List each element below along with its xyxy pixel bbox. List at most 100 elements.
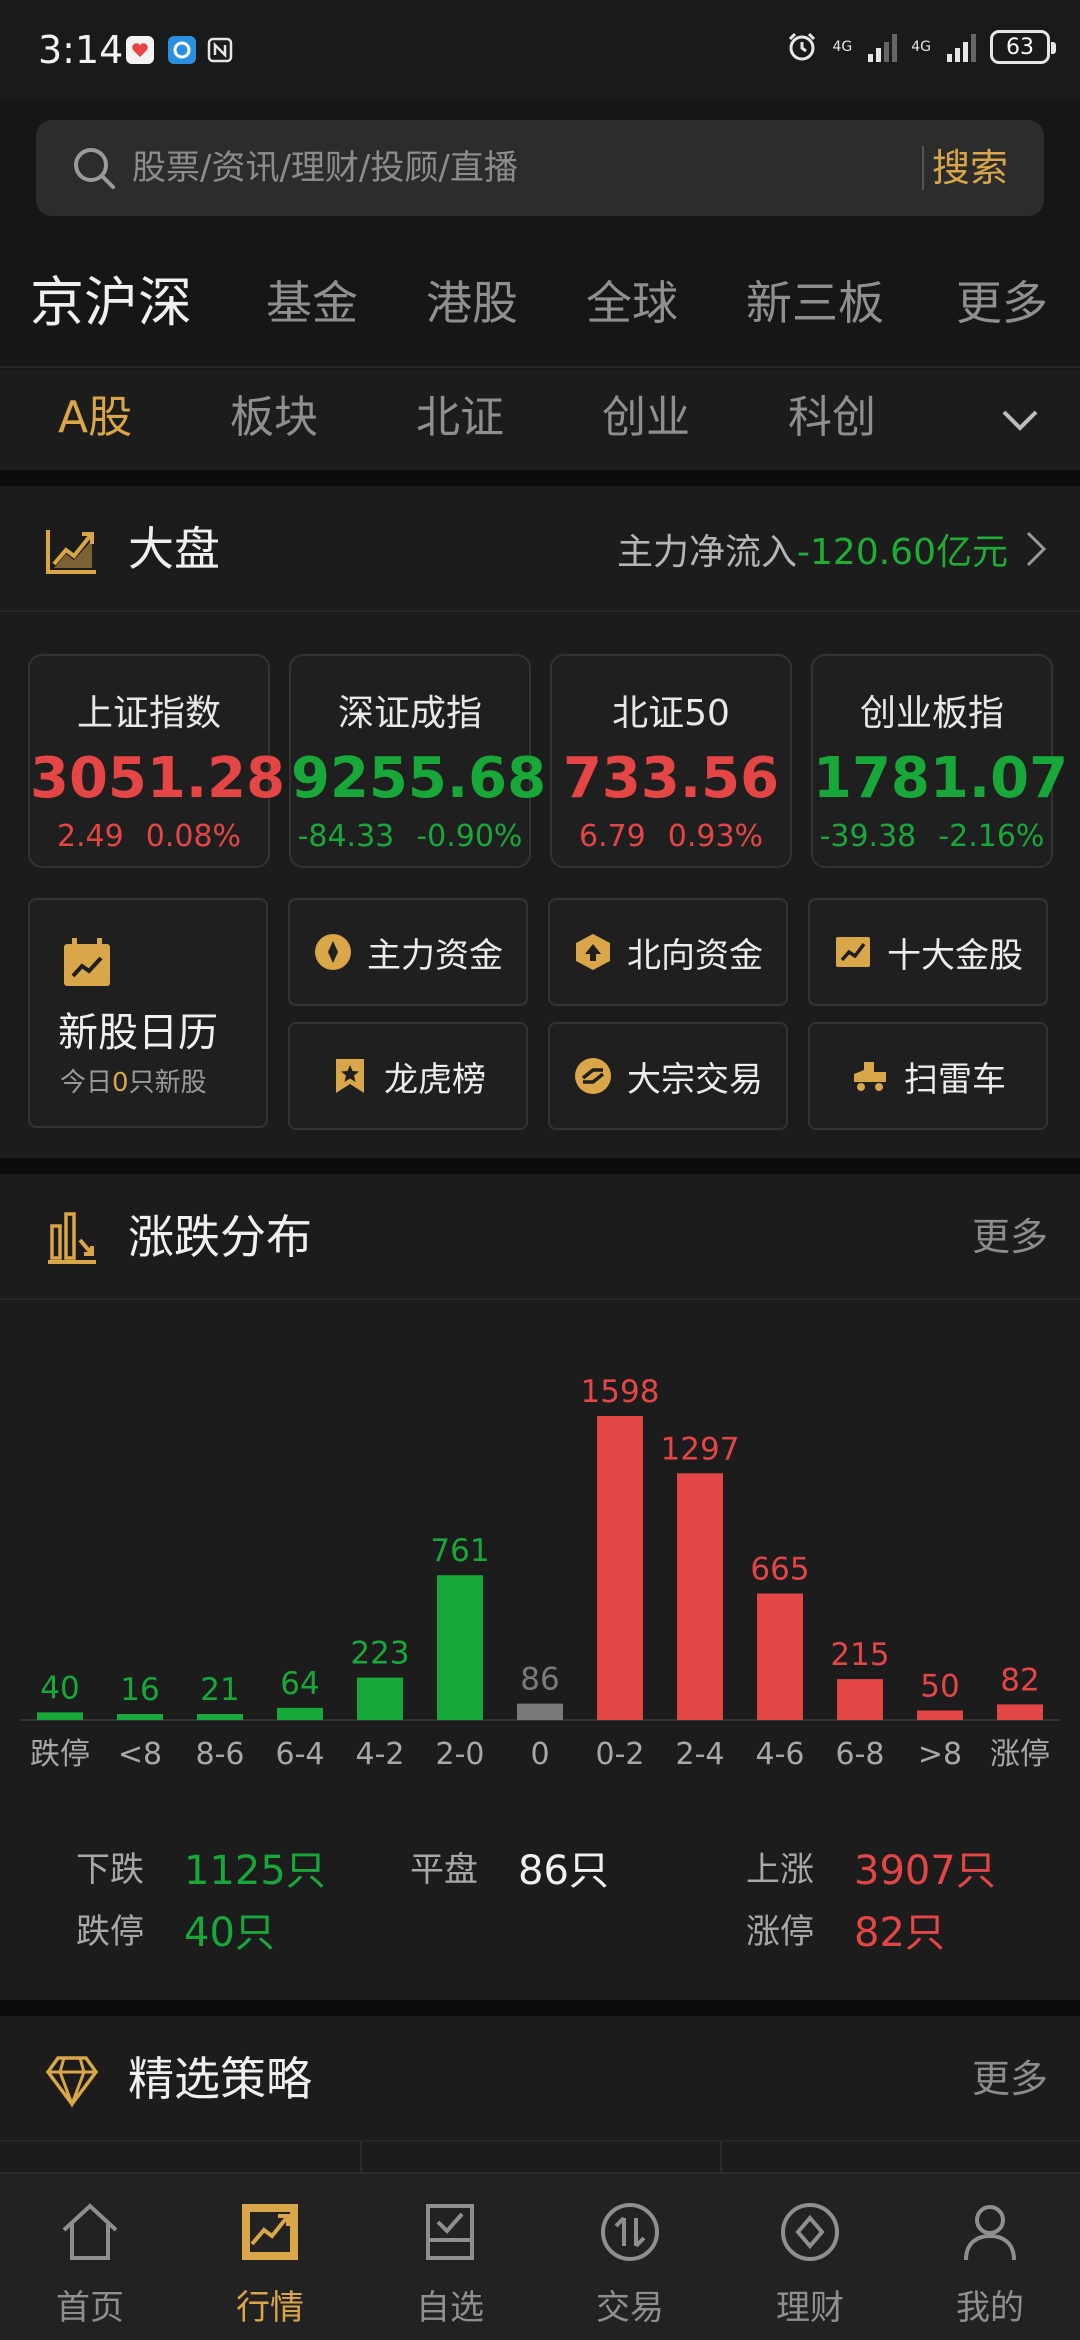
search-button[interactable]: 搜索 (932, 120, 1008, 216)
chart-bar (837, 1679, 883, 1720)
nav-wealth[interactable]: 理财 (720, 2174, 900, 2340)
nav-label: 理财 (776, 2288, 844, 2328)
chart-bar (277, 1707, 323, 1720)
chart-value-label: 1598 (581, 1374, 660, 1410)
index-card-chinext[interactable]: 创业板指 1781.07 -39.38 -2.16% (811, 654, 1068, 868)
distribution-stats: 下跌 1125只 平盘 86只 上涨 3907只 跌停 40只 涨停 82只 (0, 1820, 1080, 1980)
flat-value: 86只 (518, 1848, 609, 1894)
ipo-calendar-title: 新股日历 (58, 1010, 218, 1056)
index-name: 北证50 (612, 693, 730, 734)
index-card-bse50[interactable]: 北证50 733.56 6.79 0.93% (550, 654, 792, 868)
dapan-header: 大盘 主力净流入 -120.60亿元 (0, 486, 1080, 612)
index-card-sse[interactable]: 上证指数 3051.28 2.49 0.08% (28, 654, 285, 868)
search-bar[interactable]: 股票/资讯/理财/投顾/直播 搜索 (36, 120, 1044, 216)
home-icon (62, 2203, 118, 2260)
distribution-title: 涨跌分布 (128, 1210, 312, 1264)
nfc-icon (206, 36, 234, 64)
status-time: 3:14 (38, 28, 124, 72)
distribution-chart: 40 跌停 16 <8 21 8-6 64 6-4 223 4-2 761 2-0 86 0 1598 0-2… (20, 1374, 1060, 1772)
network-type: 4G (832, 39, 853, 55)
market-tabs: 京沪深 基金 港股 全球 新三板 更多 (0, 248, 1080, 368)
chart-value-label: 761 (430, 1533, 489, 1569)
index-card-szse[interactable]: 深证成指 9255.68 -84.33 -0.90% (289, 654, 547, 868)
index-change: -84.33 (297, 819, 395, 854)
index-price: 733.56 (562, 746, 780, 811)
bottom-nav: 首页 行情 自选 交易 理财 我的 (0, 2172, 1080, 2340)
trend-box-icon (836, 937, 870, 967)
signal-icon (947, 32, 976, 62)
tab-hk-stocks[interactable]: 港股 (426, 248, 518, 368)
index-pct: -2.16% (938, 819, 1045, 854)
compass-icon (315, 934, 351, 970)
index-price: 9255.68 (291, 746, 547, 811)
nav-watchlist[interactable]: 自选 (360, 2174, 540, 2340)
flat-label: 平盘 (410, 1850, 478, 1890)
tab-global[interactable]: 全球 (586, 248, 678, 368)
chart-category-label: 6-4 (276, 1737, 325, 1772)
limit-down-value: 40只 (184, 1910, 275, 1956)
nav-profile[interactable]: 我的 (900, 2174, 1080, 2340)
chart-bar (357, 1677, 403, 1720)
chart-value-label: 223 (350, 1636, 409, 1672)
chart-bar (37, 1712, 83, 1720)
search-input[interactable]: 股票/资讯/理财/投顾/直播 (132, 120, 912, 216)
chart-category-label: 涨停 (990, 1737, 1050, 1772)
ipo-count: 0 (112, 1068, 129, 1098)
exchange-icon (575, 1058, 611, 1094)
chevron-down-icon[interactable] (998, 398, 1042, 442)
subtab-bse[interactable]: 北证 (416, 370, 504, 470)
bar-chart-icon (48, 1212, 96, 1264)
calendar-icon (64, 938, 110, 986)
truck-icon (854, 1062, 886, 1091)
main-capital-button[interactable]: 主力资金 (288, 898, 528, 1006)
chart-category-label: 4-2 (356, 1737, 405, 1772)
chart-bar (197, 1714, 243, 1720)
network-type: 4G (911, 39, 931, 55)
nav-label: 交易 (596, 2288, 664, 2328)
block-trade-button[interactable]: 大宗交易 (548, 1022, 788, 1130)
up-label: 上涨 (746, 1850, 814, 1890)
subtab-a-shares[interactable]: A股 (58, 370, 132, 470)
tool-label: 主力资金 (367, 935, 503, 976)
chart-category-label: 0 (530, 1737, 549, 1772)
index-change: 2.49 (56, 819, 124, 854)
tool-label: 扫雷车 (904, 1059, 1006, 1100)
dragon-tiger-list-button[interactable]: 龙虎榜 (288, 1022, 528, 1130)
top-ten-stocks-button[interactable]: 十大金股 (808, 898, 1048, 1006)
index-change: -39.38 (819, 819, 917, 854)
index-cards: 上证指数 3051.28 2.49 0.08% 深证成指 9255.68 -84.… (28, 654, 1068, 868)
minesweeper-button[interactable]: 扫雷车 (808, 1022, 1048, 1130)
chart-bar (597, 1416, 643, 1720)
limit-up-value: 82只 (854, 1910, 945, 1956)
subtab-star[interactable]: 科创 (788, 370, 876, 470)
tab-jinghushen[interactable]: 京沪深 (30, 248, 192, 368)
wealth-icon (781, 2203, 839, 2261)
profile-icon (964, 2205, 1016, 2261)
sub-tabs: A股 板块 北证 创业 科创 (0, 370, 1080, 470)
chart-value-label: 665 (750, 1551, 809, 1587)
subtab-sectors[interactable]: 板块 (230, 370, 318, 470)
chart-category-label: 2-4 (676, 1737, 725, 1772)
trade-icon (601, 2203, 659, 2261)
tool-label: 十大金股 (887, 935, 1023, 976)
distribution-more-link[interactable]: 更多 (972, 1174, 1048, 1300)
chart-bar (437, 1575, 483, 1720)
nav-market[interactable]: 行情 (180, 2174, 360, 2340)
ipo-calendar-button[interactable]: 新股日历 今日0只新股 (28, 898, 268, 1128)
tab-fund[interactable]: 基金 (266, 248, 358, 368)
status-bar: 3:14 4G 4G 63 (0, 0, 1080, 100)
tool-label: 大宗交易 (627, 1059, 763, 1100)
strategy-more-link[interactable]: 更多 (972, 2016, 1048, 2142)
nav-trade[interactable]: 交易 (540, 2174, 720, 2340)
nav-label: 首页 (56, 2288, 124, 2328)
tab-neeq[interactable]: 新三板 (746, 248, 884, 368)
index-name: 上证指数 (76, 693, 221, 734)
chart-category-label: 0-2 (596, 1737, 645, 1772)
main-capital-flow[interactable]: 主力净流入 -120.60亿元 (617, 486, 1050, 612)
chart-bar (677, 1473, 723, 1720)
flow-label: 主力净流入 (617, 532, 798, 573)
tab-more[interactable]: 更多 (956, 248, 1048, 368)
subtab-chinext[interactable]: 创业 (602, 370, 690, 470)
nav-home[interactable]: 首页 (0, 2174, 180, 2340)
northbound-capital-button[interactable]: 北向资金 (548, 898, 788, 1006)
